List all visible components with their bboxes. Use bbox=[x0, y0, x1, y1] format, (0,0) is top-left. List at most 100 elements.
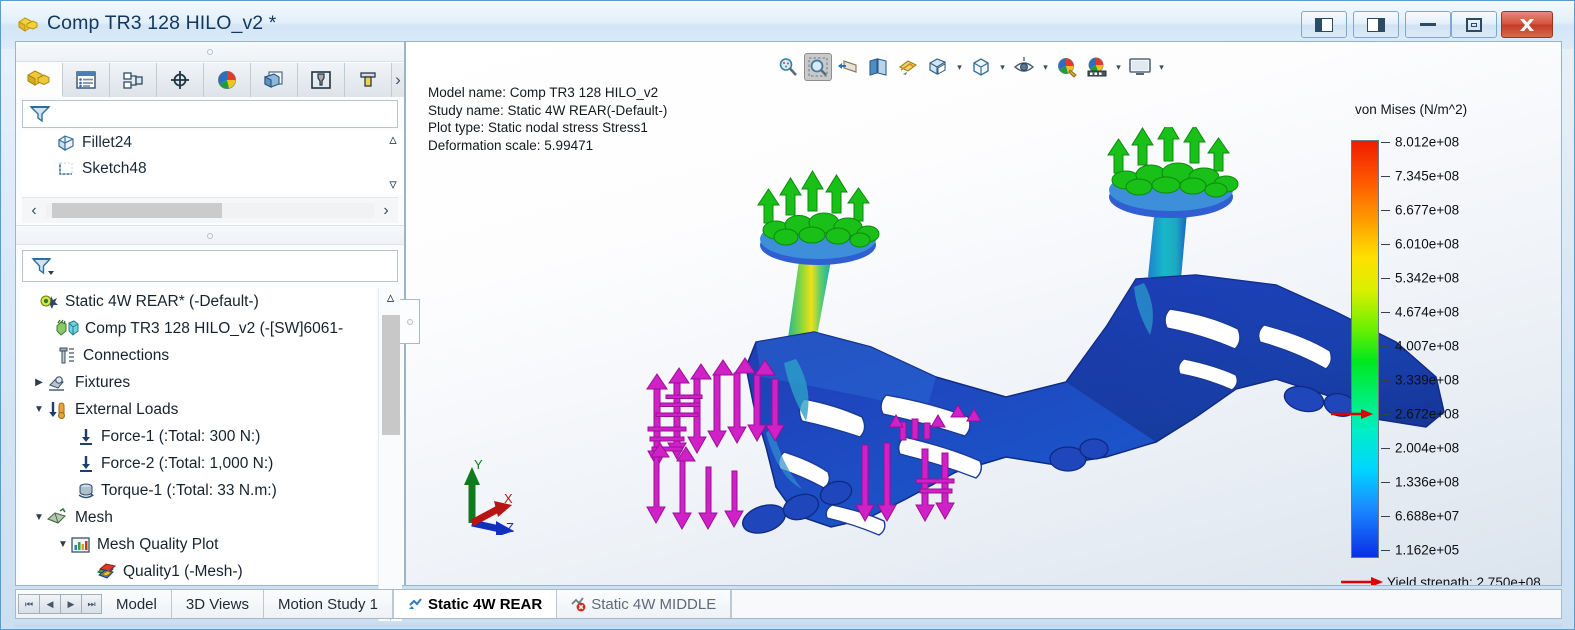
view-setting-sphere-button[interactable] bbox=[1083, 53, 1111, 81]
expander-icon[interactable]: ▶ bbox=[32, 377, 46, 388]
section-view-button[interactable] bbox=[864, 53, 892, 81]
tree-item-sketch48[interactable]: Sketch48 bbox=[22, 156, 398, 182]
tab-model[interactable]: Model bbox=[102, 590, 172, 618]
panel-grip-middle[interactable] bbox=[16, 225, 404, 245]
close-button[interactable] bbox=[1501, 11, 1553, 38]
last-tab-button[interactable]: ⏭ bbox=[81, 594, 102, 614]
filter-funnel-icon bbox=[29, 106, 51, 123]
tab-label: 3D Views bbox=[185, 595, 249, 613]
plot-info-text: Model name: Comp TR3 128 HILO_v2 Study n… bbox=[428, 84, 667, 154]
legend-value: 1.162e+05 bbox=[1395, 542, 1460, 558]
scrollbar-thumb[interactable] bbox=[52, 203, 222, 218]
apply-scene-button[interactable] bbox=[1053, 53, 1081, 81]
tree-item-mesh-quality-plot[interactable]: ▼ Mesh Quality Plot bbox=[20, 531, 376, 558]
configuration-manager-tab[interactable] bbox=[110, 63, 157, 97]
chevron-up-icon[interactable]: ▵ bbox=[387, 290, 395, 305]
dimxpert-manager-tab[interactable] bbox=[157, 63, 204, 97]
restore-right-pane-button[interactable] bbox=[1353, 11, 1399, 38]
display-style-button[interactable] bbox=[924, 53, 952, 81]
tree-item-label: Force-1 (:Total: 300 N:) bbox=[101, 427, 261, 445]
chevron-down-icon[interactable]: ▾ bbox=[997, 62, 1008, 73]
scrollbar-track[interactable] bbox=[381, 305, 400, 608]
plastics-manager-tab[interactable] bbox=[298, 63, 345, 97]
chevron-down-icon[interactable]: ▾ bbox=[1113, 62, 1124, 73]
tab-label: Motion Study 1 bbox=[277, 595, 379, 613]
tree-item-part-body[interactable]: Comp TR3 128 HILO_v2 (-[SW]6061- bbox=[20, 315, 376, 342]
legend-tick bbox=[1381, 244, 1390, 245]
feature-tree-scroll-arrows[interactable]: ▵ ▿ bbox=[382, 130, 404, 194]
tree-item-quality1[interactable]: Quality1 (-Mesh-) bbox=[20, 558, 376, 584]
tab-label: Static 4W MIDDLE bbox=[591, 595, 717, 613]
chevron-down-icon[interactable]: ▿ bbox=[389, 177, 397, 192]
cam-manager-tab[interactable] bbox=[345, 63, 392, 97]
restore-left-pane-button[interactable] bbox=[1301, 11, 1347, 38]
feature-manager-tree[interactable]: Fillet24 Sketch48 bbox=[22, 130, 398, 194]
first-tab-button[interactable]: ⏮ bbox=[18, 594, 39, 614]
tab-label: Static 4W REAR bbox=[428, 595, 543, 613]
tree-item-fixtures[interactable]: ▶ Fixtures bbox=[20, 369, 376, 396]
feature-tree-filter-bar[interactable] bbox=[22, 100, 398, 128]
tree-item-static-4w-rear[interactable]: Static 4W REAR* (-Default-) bbox=[20, 288, 376, 315]
scroll-left-icon[interactable]: ‹ bbox=[22, 202, 46, 220]
chevron-down-icon[interactable]: ▾ bbox=[1156, 62, 1167, 73]
zoom-to-area-button[interactable] bbox=[774, 53, 802, 81]
previous-view-button[interactable] bbox=[834, 53, 862, 81]
panel-collapse-handle[interactable] bbox=[400, 299, 420, 344]
previous-tab-button[interactable]: ◀ bbox=[39, 594, 60, 614]
yield-strength-arrow-icon bbox=[1341, 577, 1383, 585]
legend-tick bbox=[1381, 278, 1390, 279]
zoom-to-fit-button[interactable] bbox=[804, 53, 832, 81]
graphics-viewport[interactable]: ▾ ▾ ▾ ▾ ▾ Model name: Comp TR3 128 HILO_… bbox=[405, 41, 1562, 586]
display-manager-tab[interactable] bbox=[204, 63, 251, 97]
scrollbar-thumb[interactable] bbox=[381, 315, 400, 435]
fixture-symbols-left bbox=[757, 170, 880, 248]
fixture-symbols-right bbox=[1107, 127, 1239, 198]
viewport-layout-button[interactable] bbox=[1126, 53, 1154, 81]
tree-item-torque-1[interactable]: Torque-1 (:Total: 33 N.m:) bbox=[20, 477, 376, 504]
hide-show-items-button[interactable] bbox=[967, 53, 995, 81]
tree-item-label: Mesh Quality Plot bbox=[97, 535, 219, 553]
tree-item-fillet24[interactable]: Fillet24 bbox=[22, 130, 398, 156]
view-orientation-button[interactable] bbox=[894, 53, 922, 81]
tab-static-4w-rear[interactable]: Static 4W REAR bbox=[393, 590, 558, 618]
study-tree-scrollbar[interactable]: ▵ ▿ bbox=[378, 288, 402, 625]
mold-icon bbox=[311, 71, 331, 89]
expander-icon[interactable]: ▼ bbox=[32, 404, 46, 415]
svg-text:X: X bbox=[504, 491, 513, 506]
tab-static-4w-middle[interactable]: Static 4W MIDDLE bbox=[557, 590, 732, 618]
view-settings-button[interactable] bbox=[1010, 53, 1038, 81]
tree-item-connections[interactable]: Connections bbox=[20, 342, 376, 369]
simulation-study-tree[interactable]: Static 4W REAR* (-Default-) Comp TR3 128… bbox=[20, 288, 376, 584]
tree-item-force-1[interactable]: Force-1 (:Total: 300 N:) bbox=[20, 423, 376, 450]
minimize-button[interactable] bbox=[1405, 11, 1451, 38]
property-manager-tab[interactable] bbox=[63, 63, 110, 97]
simulation-study-tab[interactable] bbox=[251, 63, 298, 97]
tab-3d-views[interactable]: 3D Views bbox=[172, 590, 264, 618]
document-tab-bar: ⏮ ◀ ▶ ⏭ Model 3D Views Motion Study 1 St… bbox=[15, 589, 1562, 619]
scroll-right-icon[interactable]: › bbox=[374, 202, 398, 220]
property-list-icon bbox=[76, 71, 96, 89]
chevron-down-icon[interactable]: ▾ bbox=[1040, 62, 1051, 73]
scrollbar-track[interactable] bbox=[46, 203, 374, 218]
feature-manager-design-tree-tab[interactable] bbox=[16, 63, 63, 97]
coordinate-triad: Y Z X bbox=[464, 457, 514, 535]
expander-icon[interactable]: ▼ bbox=[32, 512, 46, 523]
deformation-scale-line: Deformation scale: 5.99471 bbox=[428, 137, 594, 153]
tree-item-mesh[interactable]: ▼ Mesh bbox=[20, 504, 376, 531]
tree-item-label: Torque-1 (:Total: 33 N.m:) bbox=[101, 481, 277, 499]
legend-value: 4.674e+08 bbox=[1395, 304, 1460, 320]
tree-item-force-2[interactable]: Force-2 (:Total: 1,000 N:) bbox=[20, 450, 376, 477]
next-tab-button[interactable]: ▶ bbox=[60, 594, 81, 614]
maximize-button[interactable] bbox=[1451, 11, 1497, 38]
legend-tick bbox=[1381, 210, 1390, 211]
tab-motion-study-1[interactable]: Motion Study 1 bbox=[264, 590, 394, 618]
study-tree-filter-bar[interactable] bbox=[22, 250, 398, 282]
feature-tree-horizontal-scrollbar[interactable]: ‹ › bbox=[22, 197, 398, 223]
tree-item-external-loads[interactable]: ▼ External Loads bbox=[20, 396, 376, 423]
chevron-up-icon[interactable]: ▵ bbox=[389, 132, 397, 147]
panel-grip-top[interactable] bbox=[16, 42, 404, 62]
tab-navigation-arrows: ⏮ ◀ ▶ ⏭ bbox=[16, 590, 102, 618]
more-tabs-button[interactable]: › bbox=[392, 63, 404, 97]
expander-icon[interactable]: ▼ bbox=[56, 539, 70, 550]
chevron-down-icon[interactable]: ▾ bbox=[954, 62, 965, 73]
